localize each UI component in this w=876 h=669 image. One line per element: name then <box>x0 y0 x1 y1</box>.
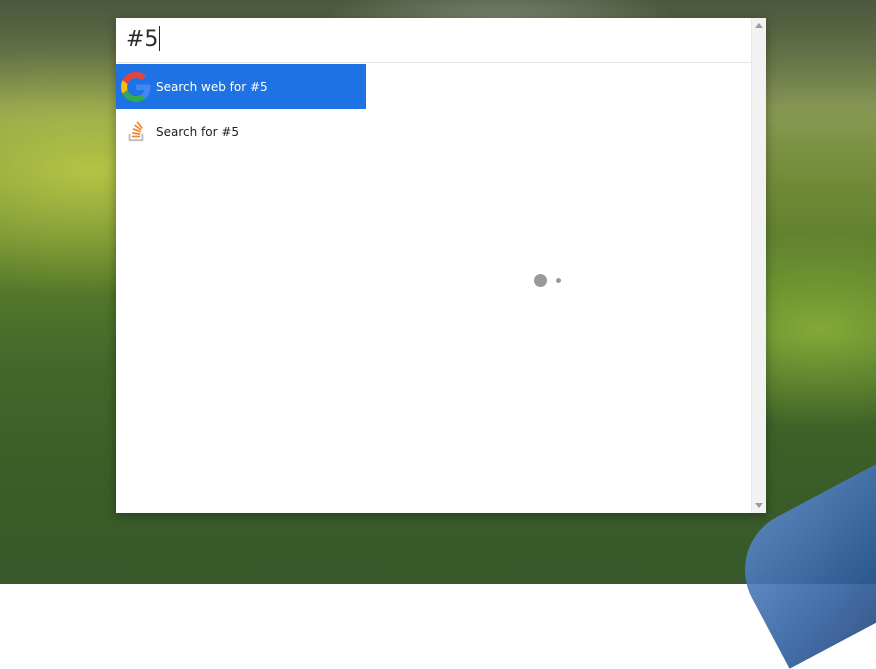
scrollbar[interactable] <box>751 18 766 513</box>
spinner-dot-small <box>556 278 561 283</box>
scroll-up-arrow-icon[interactable] <box>755 23 763 28</box>
result-label: Search web for #5 <box>156 79 268 94</box>
scroll-down-arrow-icon[interactable] <box>755 503 763 508</box>
query-text: #5 <box>126 27 159 52</box>
text-caret <box>159 26 161 51</box>
result-label: Search for #5 <box>156 124 240 139</box>
query-bar[interactable]: #5 <box>116 18 751 63</box>
launcher-window: #5 Search web for #5 Search for #5 <box>116 18 766 513</box>
google-icon <box>121 71 151 102</box>
results-list: Search web for #5 Search for #5 <box>116 64 366 154</box>
result-search-stackoverflow[interactable]: Search for #5 <box>116 109 366 154</box>
result-search-web[interactable]: Search web for #5 <box>116 64 366 109</box>
stackoverflow-icon <box>121 117 151 147</box>
spinner-dot-large <box>534 274 547 287</box>
query-input[interactable]: #5 <box>126 26 161 54</box>
loading-spinner <box>534 273 574 289</box>
